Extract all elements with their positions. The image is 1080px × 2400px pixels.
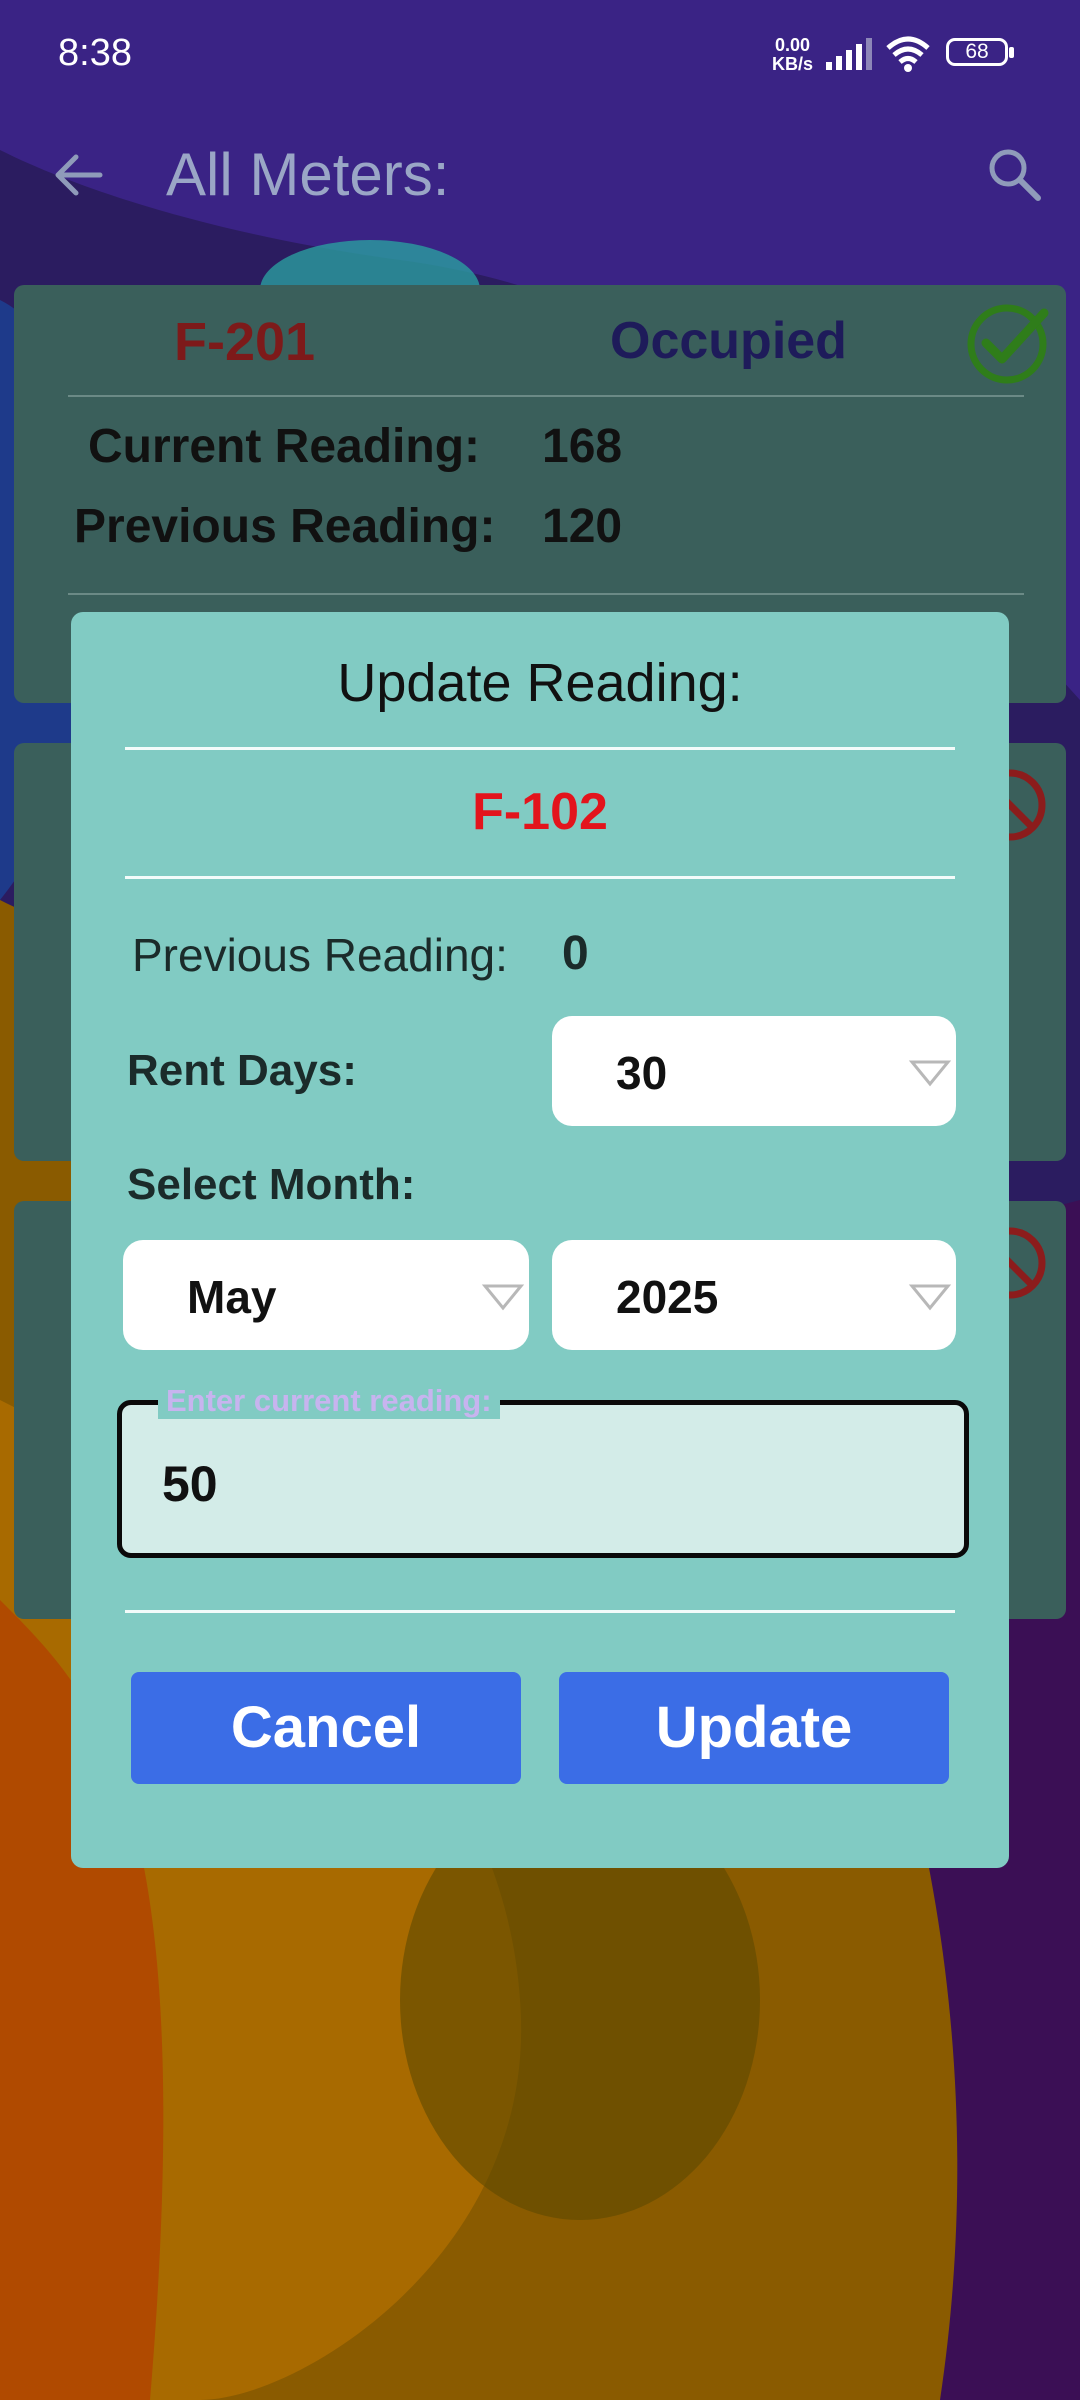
current-reading-input-value[interactable]: 50 <box>162 1455 218 1513</box>
meter-status: Occupied <box>610 312 847 370</box>
rent-days-value: 30 <box>616 1047 668 1099</box>
battery-icon: 68 <box>946 38 1014 66</box>
dialog-title: Update Reading: <box>337 653 743 713</box>
cancel-button[interactable]: Cancel <box>131 1672 521 1784</box>
rent-days-dropdown[interactable]: 30 <box>552 1016 956 1126</box>
chevron-down-icon <box>908 1284 952 1311</box>
current-reading-input[interactable]: Enter current reading: 50 <box>117 1383 969 1558</box>
dialog-meter-number: F-102 <box>472 783 608 841</box>
chevron-down-icon <box>908 1060 952 1087</box>
signal-icon <box>826 38 872 70</box>
meter-number: F-201 <box>174 312 316 372</box>
chevron-down-icon <box>481 1284 525 1311</box>
update-button[interactable]: Update <box>559 1672 949 1784</box>
month-value: May <box>187 1271 277 1323</box>
app-bar: All Meters: <box>0 110 1080 240</box>
check-circle-icon <box>967 304 1049 384</box>
divider <box>68 395 1024 397</box>
select-month-label: Select Month: <box>127 1160 416 1209</box>
divider <box>68 593 1024 595</box>
year-value: 2025 <box>616 1271 719 1323</box>
current-reading-value: 168 <box>542 420 623 473</box>
divider <box>125 747 955 750</box>
network-speed-unit: KB/s <box>772 54 814 74</box>
current-reading-input-label: Enter current reading: <box>158 1383 500 1419</box>
year-dropdown[interactable]: 2025 <box>552 1240 956 1350</box>
previous-reading-label: Previous Reading: <box>74 500 496 553</box>
status-time: 8:38 <box>58 32 132 74</box>
status-bar: 8:38 0.00 KB/s 68 <box>0 0 1080 110</box>
divider <box>125 1610 955 1613</box>
wifi-icon <box>886 36 930 72</box>
back-arrow-icon[interactable] <box>50 147 106 203</box>
rent-days-label: Rent Days: <box>127 1046 357 1095</box>
previous-reading-value: 0 <box>562 927 589 980</box>
network-speed: 0.00 KB/s <box>772 36 813 74</box>
previous-reading-label: Previous Reading: <box>132 929 508 981</box>
divider <box>125 876 955 879</box>
month-dropdown[interactable]: May <box>123 1240 529 1350</box>
search-icon[interactable] <box>984 144 1044 204</box>
network-speed-value: 0.00 <box>774 35 811 55</box>
page-title: All Meters: <box>166 141 450 208</box>
current-reading-label: Current Reading: <box>88 420 481 473</box>
previous-reading-value: 120 <box>542 500 623 553</box>
update-reading-dialog: Update Reading: F-102 Previous Reading: … <box>71 612 1009 1868</box>
